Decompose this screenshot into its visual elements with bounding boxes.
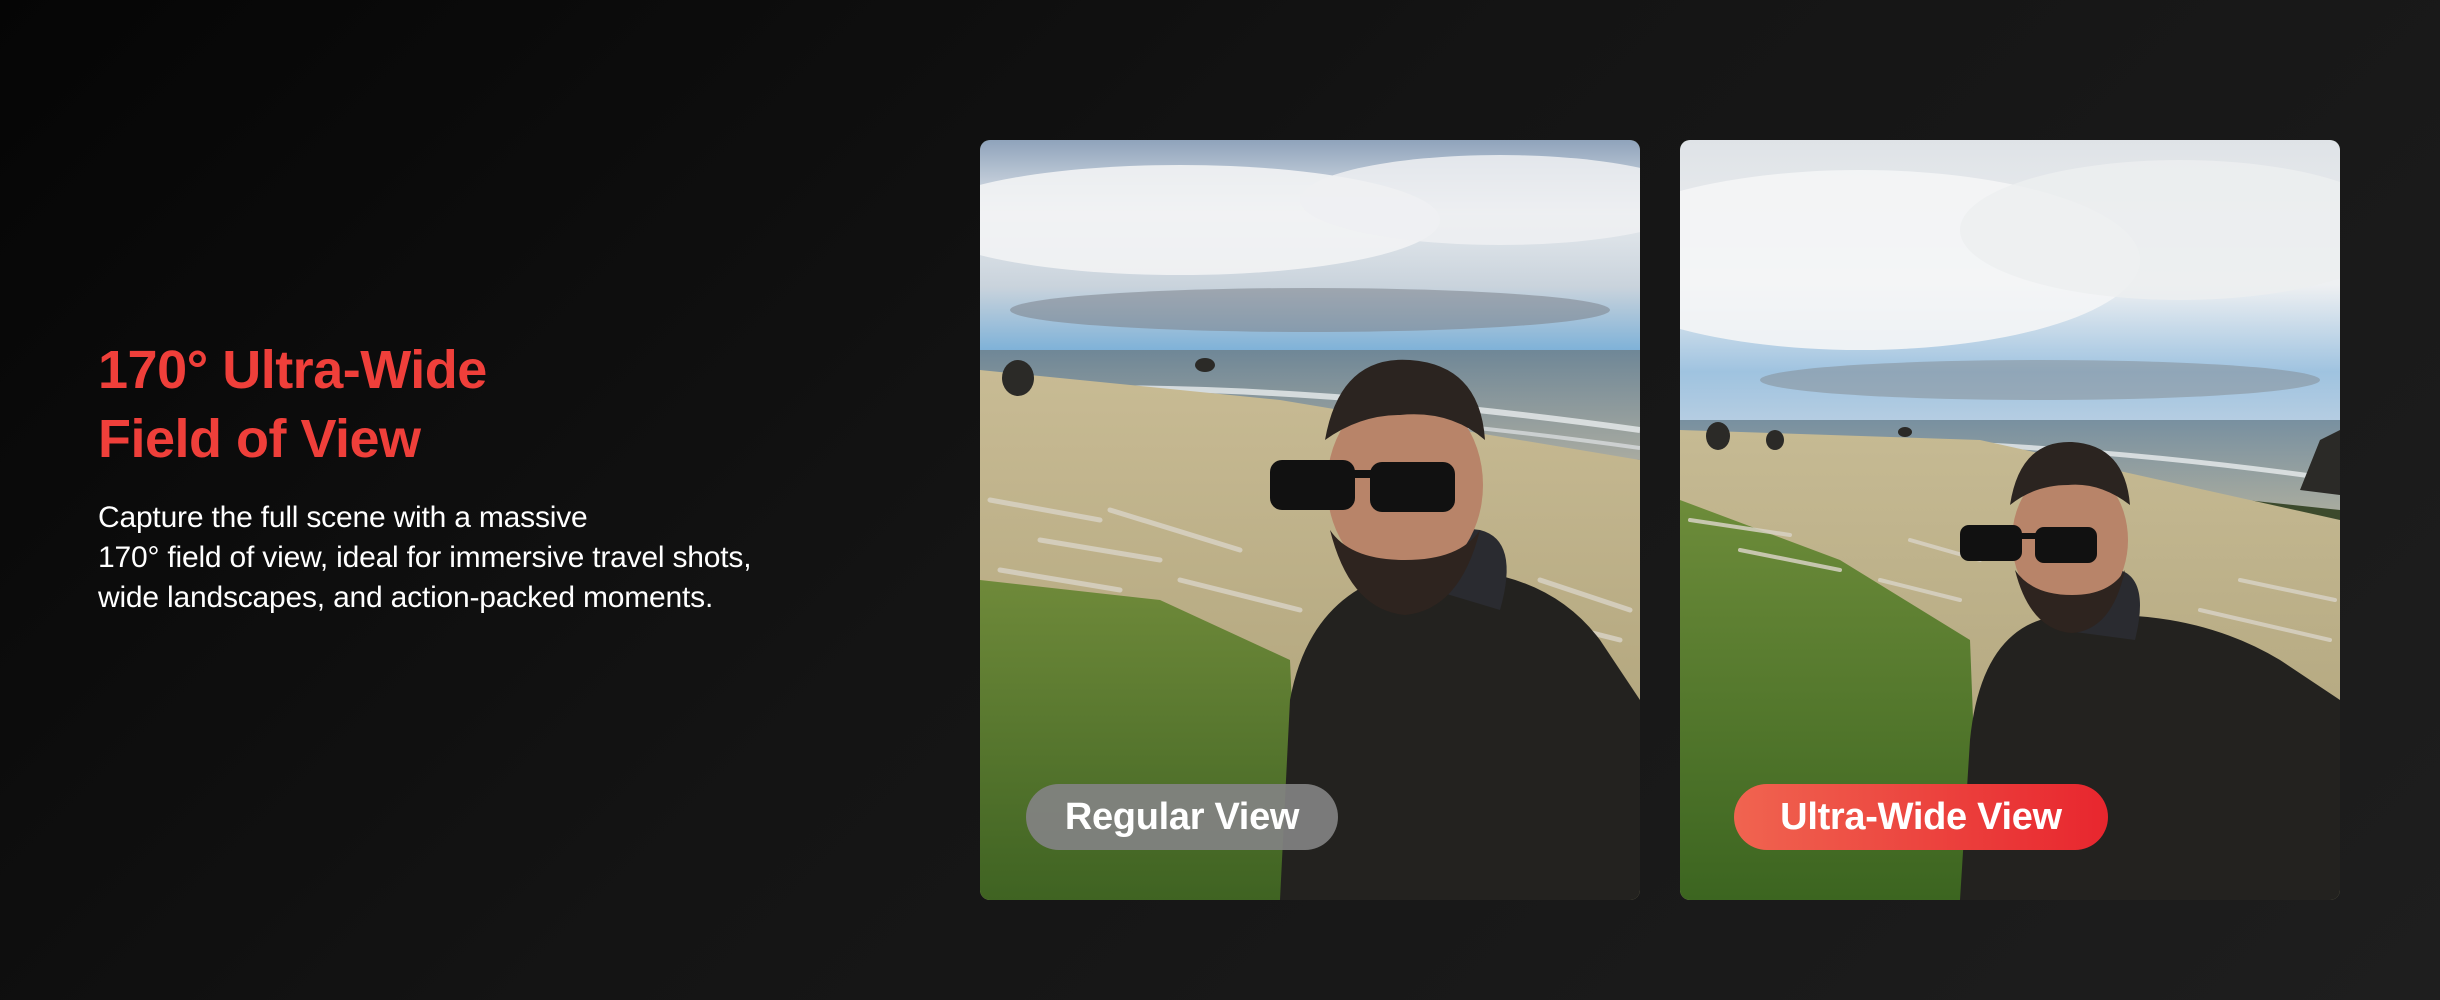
hero-text: 170° Ultra-Wide Field of View Capture th… <box>98 336 858 618</box>
headline: 170° Ultra-Wide Field of View <box>98 336 858 474</box>
description-line-1: Capture the full scene with a massive <box>98 501 588 534</box>
ultra-wide-view-label: Ultra-Wide View <box>1734 784 2108 850</box>
regular-view-label: Regular View <box>1026 784 1338 850</box>
description-line-3: wide landscapes, and action-packed momen… <box>98 581 714 614</box>
description: Capture the full scene with a massive 17… <box>98 498 858 618</box>
headline-line-1: 170° Ultra-Wide <box>98 340 487 400</box>
headline-line-2: Field of View <box>98 409 421 469</box>
ultra-wide-view-panel: Ultra-Wide View <box>1680 140 2340 900</box>
description-line-2: 170° field of view, ideal for immersive … <box>98 541 752 574</box>
regular-view-panel: Regular View <box>980 140 1640 900</box>
